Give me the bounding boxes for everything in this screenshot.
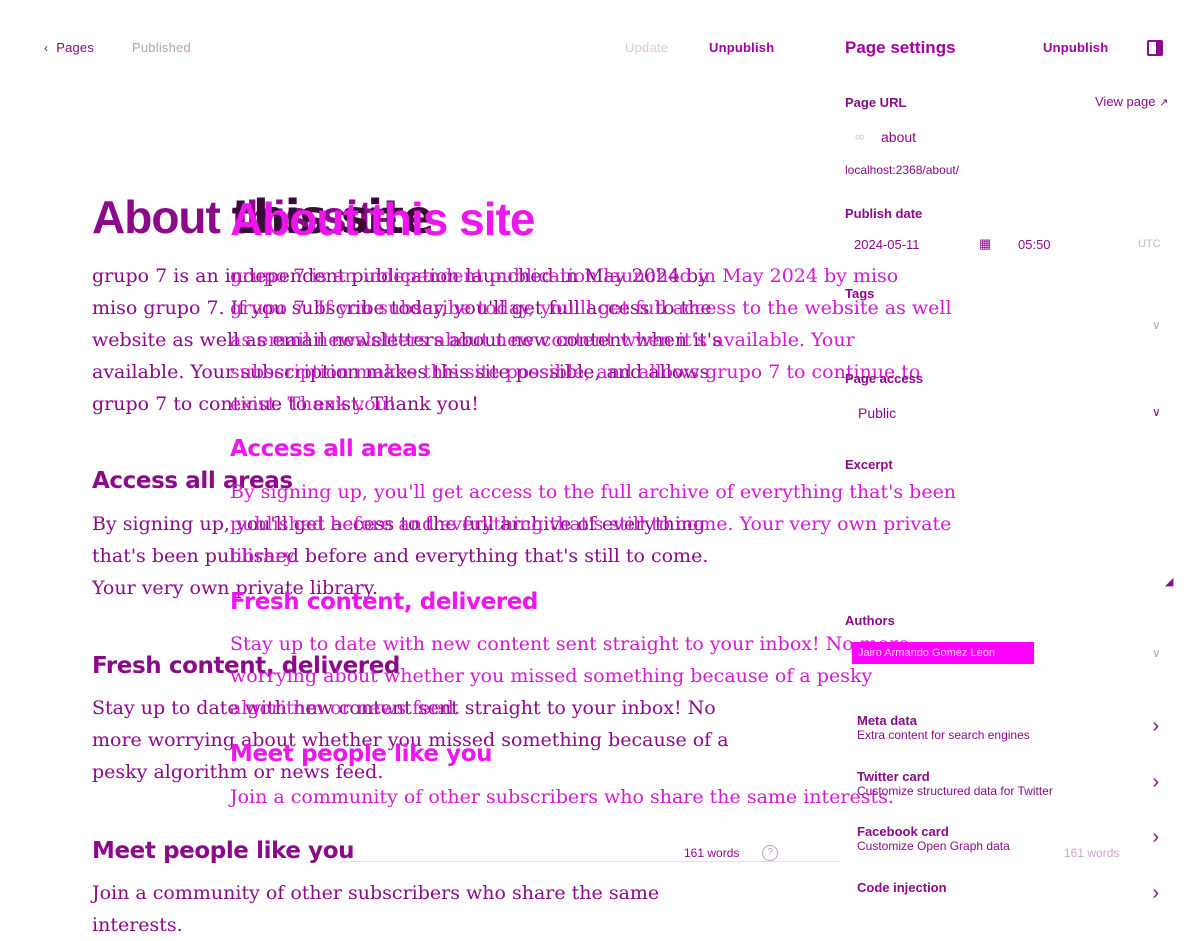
timezone-label: UTC [1138,238,1161,250]
section-heading-ghost: Access all areas [230,436,431,462]
menu-subtitle: Customize Open Graph data [857,839,1010,853]
menu-subtitle: Extra content for search engines [857,728,1030,742]
menu-subtitle: Customize structured data for Twitter [857,784,1053,798]
chevron-right-icon: › [1152,826,1159,848]
page-url-label: Page URL [845,95,907,110]
intro-paragraph-ghost: grupo 7 is an independent publication la… [230,265,952,415]
section-heading-ghost: Meet people like you [230,741,493,767]
section-body-ghost: Join a community of other subscribers wh… [230,786,894,808]
view-page-link[interactable]: View page ↗ [1095,94,1168,109]
section-body[interactable]: Join a community of other subscribers wh… [92,877,732,941]
update-button[interactable]: Update [625,40,668,55]
menu-title: Code injection [857,880,947,895]
section-body-ghost: By signing up, you'll get access to the … [230,481,957,567]
panel-unpublish-button[interactable]: Unpublish [1043,40,1108,55]
twitter-card-menu[interactable]: Twitter card Customize structured data f… [857,769,1167,805]
back-to-pages-link[interactable]: ‹ Pages [44,40,94,55]
menu-title: Meta data [857,713,917,728]
publish-date-label: Publish date [845,206,923,221]
status-label: Published [132,40,191,55]
link-icon: ∞ [855,129,865,144]
chevron-right-icon: › [1152,771,1159,793]
tags-label: Tags [845,286,875,301]
calendar-icon[interactable]: ▦ [979,236,991,252]
page-access-label: Page access [845,371,924,386]
authors-label: Authors [845,613,895,628]
access-chevron-down-icon[interactable]: ∨ [1152,405,1161,419]
code-injection-menu[interactable]: Code injection › [857,880,1167,904]
back-label: Pages [56,40,95,55]
url-slug-input[interactable]: about [881,129,916,145]
word-count: 161 words [684,846,740,860]
unpublish-button[interactable]: Unpublish [709,40,774,55]
panel-word-count: 161 words [1064,846,1120,860]
author-chip-label: Jairo Armando Gomez Leon [858,647,995,659]
time-input[interactable]: 05:50 [1018,237,1051,252]
help-icon[interactable]: ? [762,845,778,861]
meta-data-menu[interactable]: Meta data Extra content for search engin… [857,713,1167,749]
facebook-card-menu[interactable]: Facebook card Customize Open Graph data … [857,824,1167,860]
chevron-left-icon: ‹ [44,41,49,55]
view-page-label: View page [1095,94,1156,109]
panel-title: Page settings [845,38,956,57]
resize-handle-icon[interactable]: ◢ [1165,575,1173,588]
editor-footer-divider [340,861,840,862]
menu-title: Facebook card [857,824,949,839]
author-chip[interactable]: Jairo Armando Gomez Leon [852,642,1034,664]
full-url: localhost:2368/about/ [845,163,960,177]
chevron-right-icon: › [1152,715,1159,737]
page-access-select[interactable]: Public [858,405,896,421]
authors-chevron-down-icon[interactable]: ∨ [1152,646,1161,660]
chevron-right-icon: › [1152,882,1159,904]
tags-chevron-down-icon[interactable]: ∨ [1152,318,1161,332]
section-heading[interactable]: Meet people like you [92,838,355,864]
date-input[interactable]: 2024-05-11 [854,237,920,252]
sidebar-toggle-icon[interactable] [1147,40,1163,56]
excerpt-label: Excerpt [845,457,893,472]
menu-title: Twitter card [857,769,930,784]
section-body-ghost: Stay up to date with new content sent st… [230,633,910,719]
page-title-ghost: About this site [230,193,535,245]
external-link-icon: ↗ [1159,97,1169,109]
section-heading-ghost: Fresh content, delivered [230,589,538,615]
